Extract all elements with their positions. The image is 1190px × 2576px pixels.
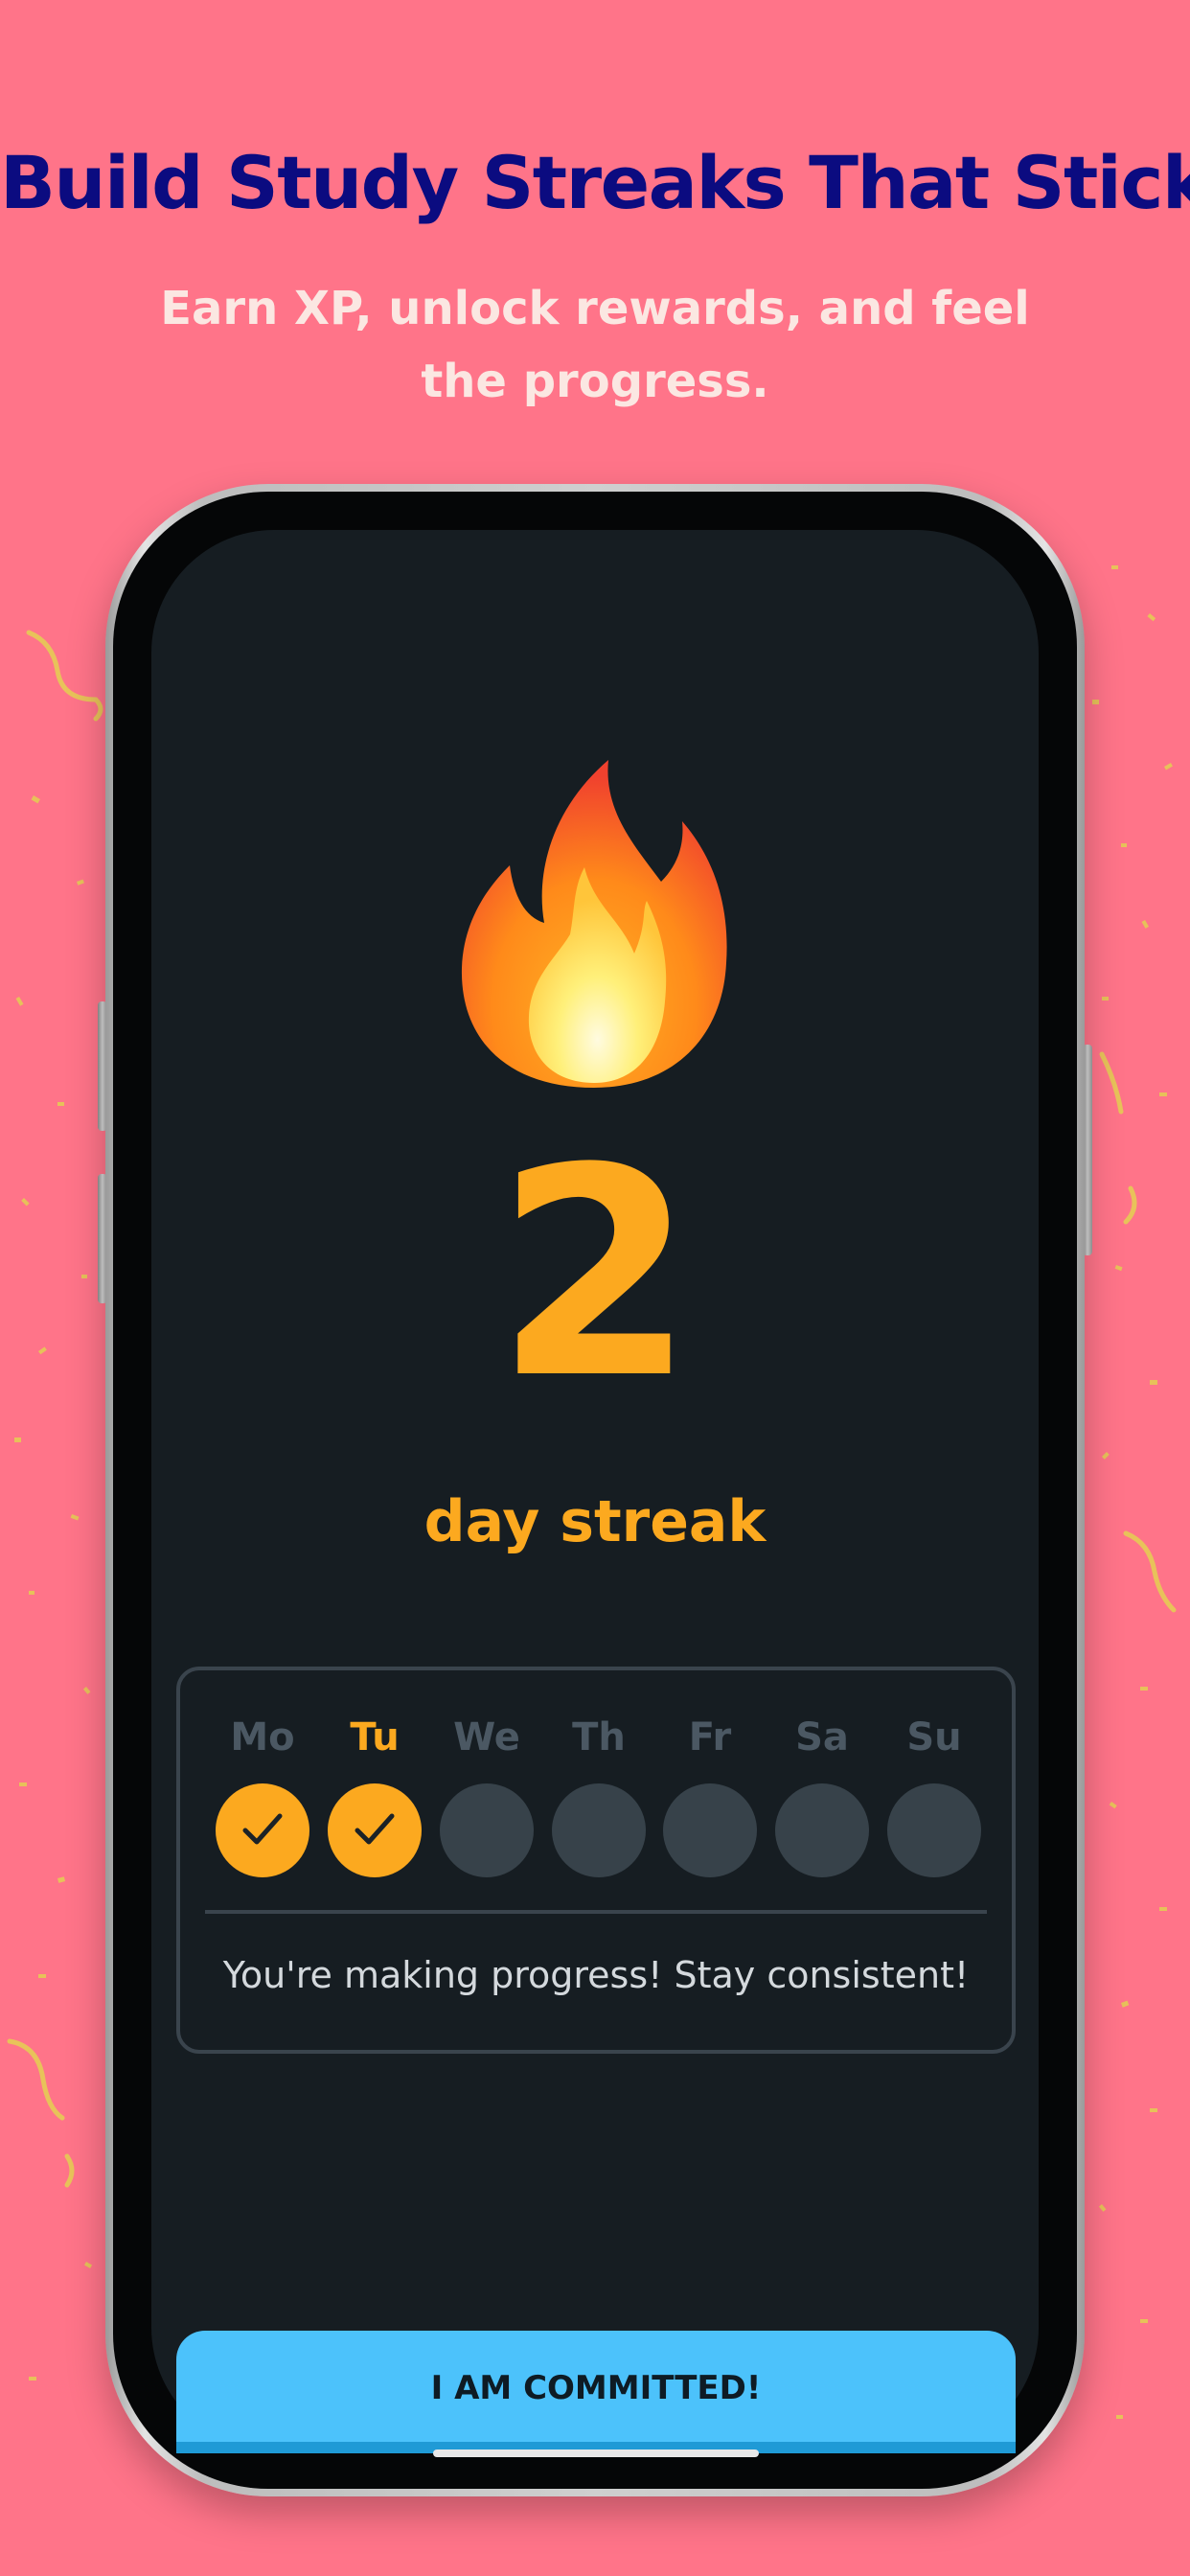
day-thursday: Th <box>551 1709 647 1877</box>
progress-message: You're making progress! Stay consistent! <box>222 1954 970 1996</box>
day-completed-indicator <box>328 1783 422 1877</box>
day-saturday: Sa <box>774 1709 870 1877</box>
day-completed-indicator <box>216 1783 309 1877</box>
checkmark-icon <box>242 1813 283 1845</box>
day-friday: Fr <box>662 1709 758 1877</box>
weekly-streak-card: Mo Tu We Th Fr Sa Su You're making progr… <box>176 1667 1016 2054</box>
day-empty-indicator <box>552 1783 646 1877</box>
day-label: Sa <box>795 1715 849 1760</box>
day-label-today: Tu <box>350 1715 400 1760</box>
day-label: Su <box>906 1715 962 1760</box>
day-label: Th <box>572 1715 626 1760</box>
day-label: Mo <box>230 1715 295 1760</box>
fire-icon <box>461 760 727 1088</box>
page-subtitle: Earn XP, unlock rewards, and feel the pr… <box>160 282 1030 408</box>
day-empty-indicator <box>663 1783 757 1877</box>
day-wednesday: We <box>439 1709 535 1877</box>
page-title: Build Study Streaks That Stick <box>0 140 1190 225</box>
day-empty-indicator <box>887 1783 981 1877</box>
card-divider <box>205 1910 987 1914</box>
day-label: Fr <box>688 1715 732 1760</box>
day-empty-indicator <box>440 1783 534 1877</box>
day-monday: Mo <box>215 1709 310 1877</box>
streak-count: 2 <box>494 1107 696 1441</box>
checkmark-icon <box>355 1813 395 1845</box>
streak-label: day streak <box>423 1488 767 1555</box>
day-label: We <box>453 1715 520 1760</box>
commit-button[interactable]: I AM COMMITTED! <box>176 2331 1016 2453</box>
day-empty-indicator <box>775 1783 869 1877</box>
day-sunday: Su <box>886 1709 982 1877</box>
day-tuesday: Tu <box>327 1709 423 1877</box>
commit-button-label: I AM COMMITTED! <box>430 2369 762 2407</box>
home-indicator <box>433 2450 759 2457</box>
